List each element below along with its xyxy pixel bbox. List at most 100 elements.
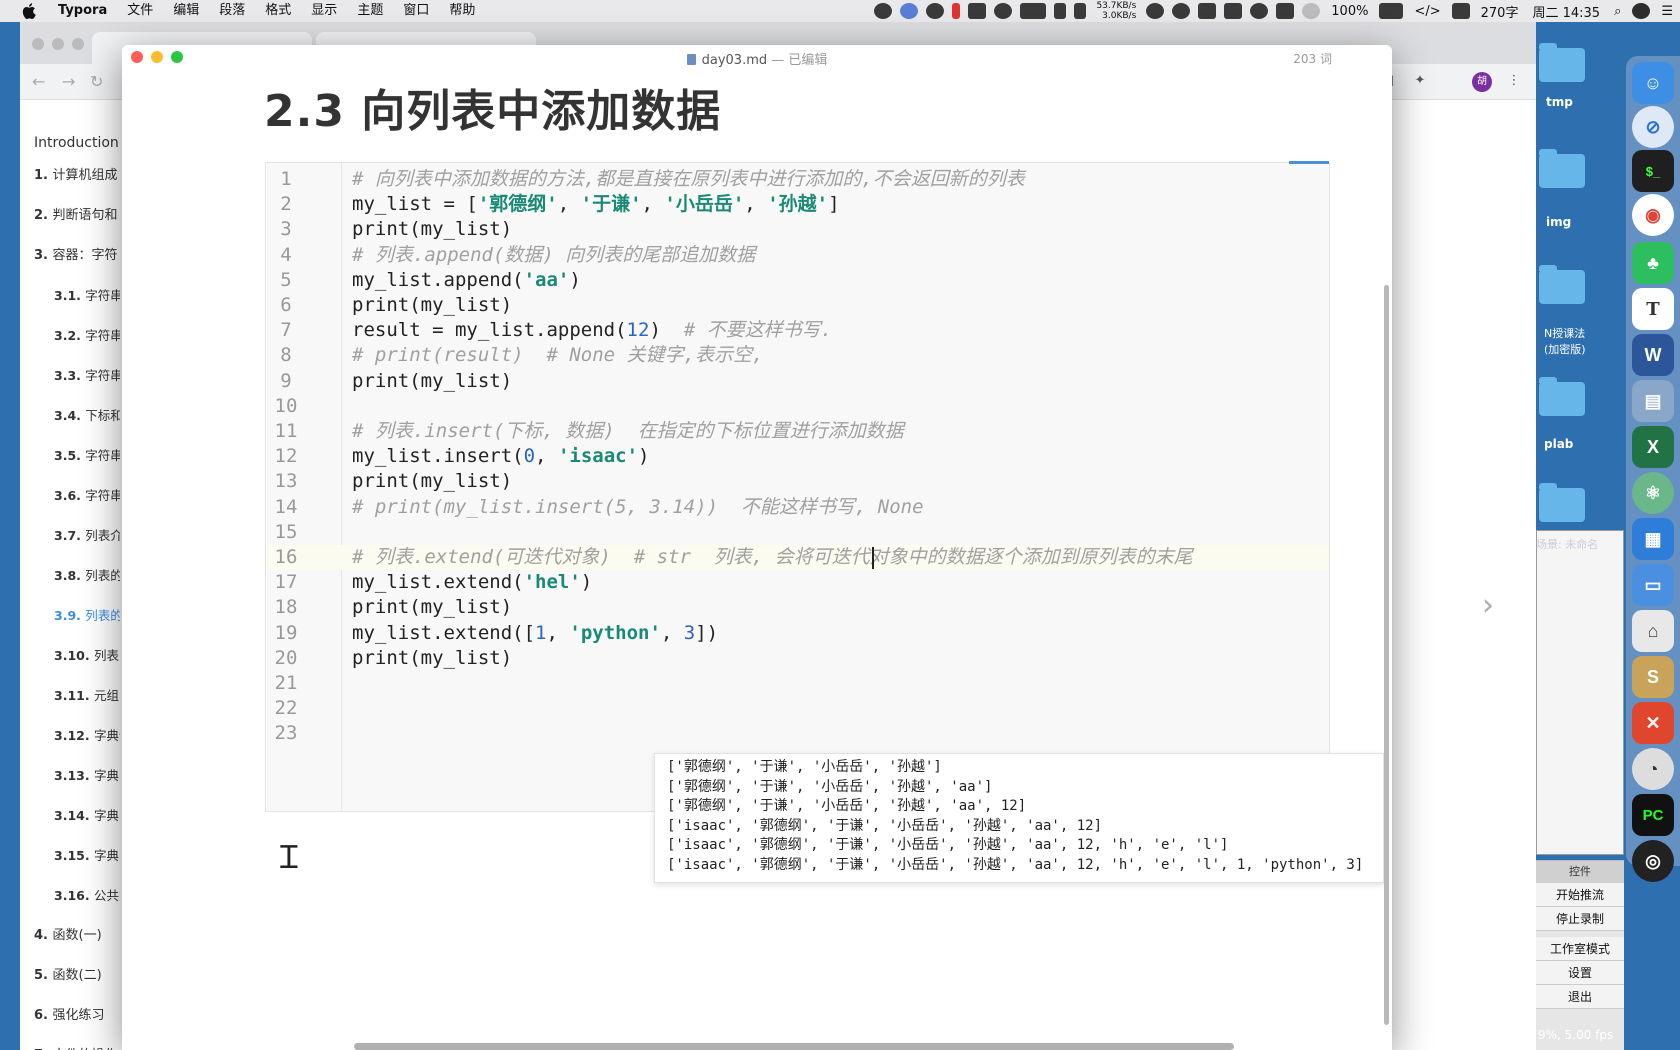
display-icon[interactable] — [968, 3, 987, 19]
menu-file[interactable]: 文件 — [117, 0, 163, 22]
apple-menu-icon[interactable] — [20, 2, 38, 20]
menu-edit[interactable]: 编辑 — [163, 0, 209, 22]
desktop-folder-plab[interactable] — [1536, 377, 1588, 430]
sublime-icon[interactable]: S — [1632, 656, 1674, 698]
code-line[interactable]: 16 # 列表.extend(可迭代对象) # str 列表, 会将可迭代对象中的… — [266, 545, 1329, 570]
toc-item[interactable]: 3.2. 字符串 — [20, 316, 120, 356]
toc-item[interactable]: 7. 文件的操作 — [20, 1036, 120, 1050]
code-line[interactable]: 9 print(my_list) — [266, 369, 1329, 394]
toc-item[interactable]: 3.12. 字典介 — [20, 716, 120, 756]
toc-item[interactable]: 5. 函数(二) — [20, 956, 120, 996]
tray-app-icon[interactable] — [926, 3, 945, 19]
toc-item[interactable]: 3.1. 字符串 — [20, 276, 120, 316]
desktop-folder-tmp[interactable] — [1536, 43, 1588, 96]
notification-center-icon[interactable]: ☰ — [1654, 4, 1680, 19]
siri-icon[interactable] — [1632, 3, 1651, 19]
vertical-scrollbar[interactable] — [1384, 285, 1389, 1025]
keynote-icon[interactable]: ⌂ — [1632, 610, 1674, 652]
code-line[interactable]: 20 print(my_list) — [266, 646, 1329, 671]
input-method-icon[interactable] — [1451, 3, 1470, 19]
back-arrow-icon[interactable]: ← — [32, 72, 45, 91]
toc-item[interactable]: 6. 强化练习 — [20, 996, 120, 1036]
finder-icon[interactable]: ☺ — [1632, 62, 1674, 104]
more-menu-icon[interactable]: ⋮ — [1506, 73, 1522, 89]
avatar[interactable]: 胡 — [1472, 72, 1492, 92]
terminal-icon[interactable]: $_ — [1632, 150, 1674, 192]
window-manager-icon[interactable]: ▦ — [1632, 518, 1674, 560]
disk-monitor-icon[interactable] — [1074, 3, 1087, 19]
toc-item[interactable]: 1. 计算机组成 — [20, 156, 120, 196]
preview-icon[interactable]: ▤ — [1632, 380, 1674, 422]
toc-item[interactable]: 3.5. 字符串 — [20, 436, 120, 476]
start-streaming-button[interactable]: 开始推流 — [1536, 883, 1624, 907]
battery-icon[interactable] — [1379, 3, 1404, 19]
code-line[interactable]: 8 # print(result) # None 关键字,表示空, — [266, 343, 1329, 368]
code-line[interactable]: 4 # 列表.append(数据) 向列表的尾部追加数据 — [266, 243, 1329, 268]
exit-button[interactable]: 退出 — [1536, 985, 1624, 1009]
browser-maximize-button[interactable] — [72, 38, 84, 50]
toc-item[interactable]: 3.10. 列表的 — [20, 636, 120, 676]
code-line[interactable]: 15 — [266, 520, 1329, 545]
desktop-folder-course[interactable] — [1536, 265, 1588, 318]
evernote-icon[interactable]: ♣ — [1632, 242, 1674, 284]
cpu-monitor-icon[interactable] — [1020, 3, 1047, 19]
code-line[interactable]: 2 my_list = ['郭德纲', '于谦', '小岳岳', '孙越'] — [266, 192, 1329, 217]
toc-item-introduction[interactable]: Introduction — [20, 130, 120, 156]
menu-paragraph[interactable]: 段落 — [209, 0, 255, 22]
toc-item[interactable]: 4. 函数(一) — [20, 916, 120, 956]
code-brackets-icon[interactable]: </> — [1407, 4, 1447, 19]
browser-close-button[interactable] — [32, 38, 44, 50]
toc-item[interactable]: 3. 容器：字符 — [20, 236, 120, 276]
code-line[interactable]: 7 result = my_list.append(12) # 不要这样书写. — [266, 318, 1329, 343]
pause-icon[interactable] — [952, 3, 961, 19]
pycharm-icon[interactable]: PC — [1632, 794, 1674, 836]
toc-item[interactable]: 3.14. 字典的 — [20, 796, 120, 836]
toc-item[interactable]: 3.8. 列表的 — [20, 556, 120, 596]
xmind-icon[interactable]: ✕ — [1632, 702, 1674, 744]
toc-item[interactable]: 3.13. 字典的 — [20, 756, 120, 796]
reload-icon[interactable]: ↻ — [90, 72, 103, 91]
code-line[interactable]: 6 print(my_list) — [266, 293, 1329, 318]
menu-app-name[interactable]: Typora — [48, 0, 117, 22]
page-title[interactable]: 2.3 向列表中添加数据 — [264, 75, 721, 139]
code-line[interactable]: 12 my_list.insert(0, 'isaac') — [266, 444, 1329, 469]
obs-icon[interactable]: ◎ — [1632, 840, 1674, 882]
puzzle-extension-icon[interactable]: ✦ — [1412, 73, 1428, 89]
clock-app-icon[interactable]: ◔ — [1632, 748, 1674, 790]
menu-window[interactable]: 窗口 — [393, 0, 439, 22]
keyboard-tray-icon[interactable] — [1198, 3, 1217, 19]
sync-status-icon[interactable] — [900, 3, 919, 19]
code-block[interactable]: 1 # 向列表中添加数据的方法,都是直接在原列表中进行添加的,不会返回新的列表 2 m… — [265, 161, 1384, 883]
settings-button[interactable]: 设置 — [1536, 961, 1624, 985]
toc-item[interactable]: 2. 判断语句和 — [20, 196, 120, 236]
browser-minimize-button[interactable] — [52, 38, 64, 50]
toc-item[interactable]: 3.11. 元组 — [20, 676, 120, 716]
menu-view[interactable]: 显示 — [301, 0, 347, 22]
forward-arrow-icon[interactable]: → — [62, 72, 75, 91]
studio-mode-button[interactable]: 工作室模式 — [1536, 937, 1624, 961]
wifi-icon[interactable] — [1302, 3, 1321, 19]
bluetooth-icon[interactable] — [994, 3, 1013, 19]
chat-tray-icon[interactable] — [1224, 3, 1243, 19]
atom-icon[interactable]: ⚛ — [1632, 472, 1674, 514]
code-line[interactable]: 11 # 列表.insert(下标, 数据) 在指定的下标位置进行添加数据 — [266, 419, 1329, 444]
clock[interactable]: 周二 14:35 — [1525, 2, 1607, 21]
typora-icon[interactable]: T — [1632, 288, 1674, 330]
code-line[interactable]: 3 print(my_list) — [266, 217, 1329, 242]
code-line[interactable]: 1 # 向列表中添加数据的方法,都是直接在原列表中进行添加的,不会返回新的列表 — [266, 167, 1329, 192]
desktop-folder[interactable] — [1536, 483, 1588, 536]
code-line[interactable]: 19 my_list.extend([1, 'python', 3]) — [266, 621, 1329, 646]
evernote-tray-icon[interactable] — [1146, 3, 1165, 19]
code-line[interactable]: 13 print(my_list) — [266, 469, 1329, 494]
menu-format[interactable]: 格式 — [255, 0, 301, 22]
memory-monitor-icon[interactable] — [1054, 3, 1067, 19]
desktop-folder-img[interactable] — [1536, 149, 1588, 202]
menu-theme[interactable]: 主题 — [347, 0, 393, 22]
menu-help[interactable]: 帮助 — [439, 0, 485, 22]
mail-tray-icon[interactable] — [1172, 3, 1191, 19]
stop-recording-button[interactable]: 停止录制 — [1536, 907, 1624, 931]
code-line[interactable]: 5 my_list.append('aa') — [266, 268, 1329, 293]
toc-item[interactable]: 3.4. 下标和 — [20, 396, 120, 436]
code-line[interactable]: 22 — [266, 696, 1329, 721]
code-line[interactable]: 17 my_list.extend('hel') — [266, 570, 1329, 595]
